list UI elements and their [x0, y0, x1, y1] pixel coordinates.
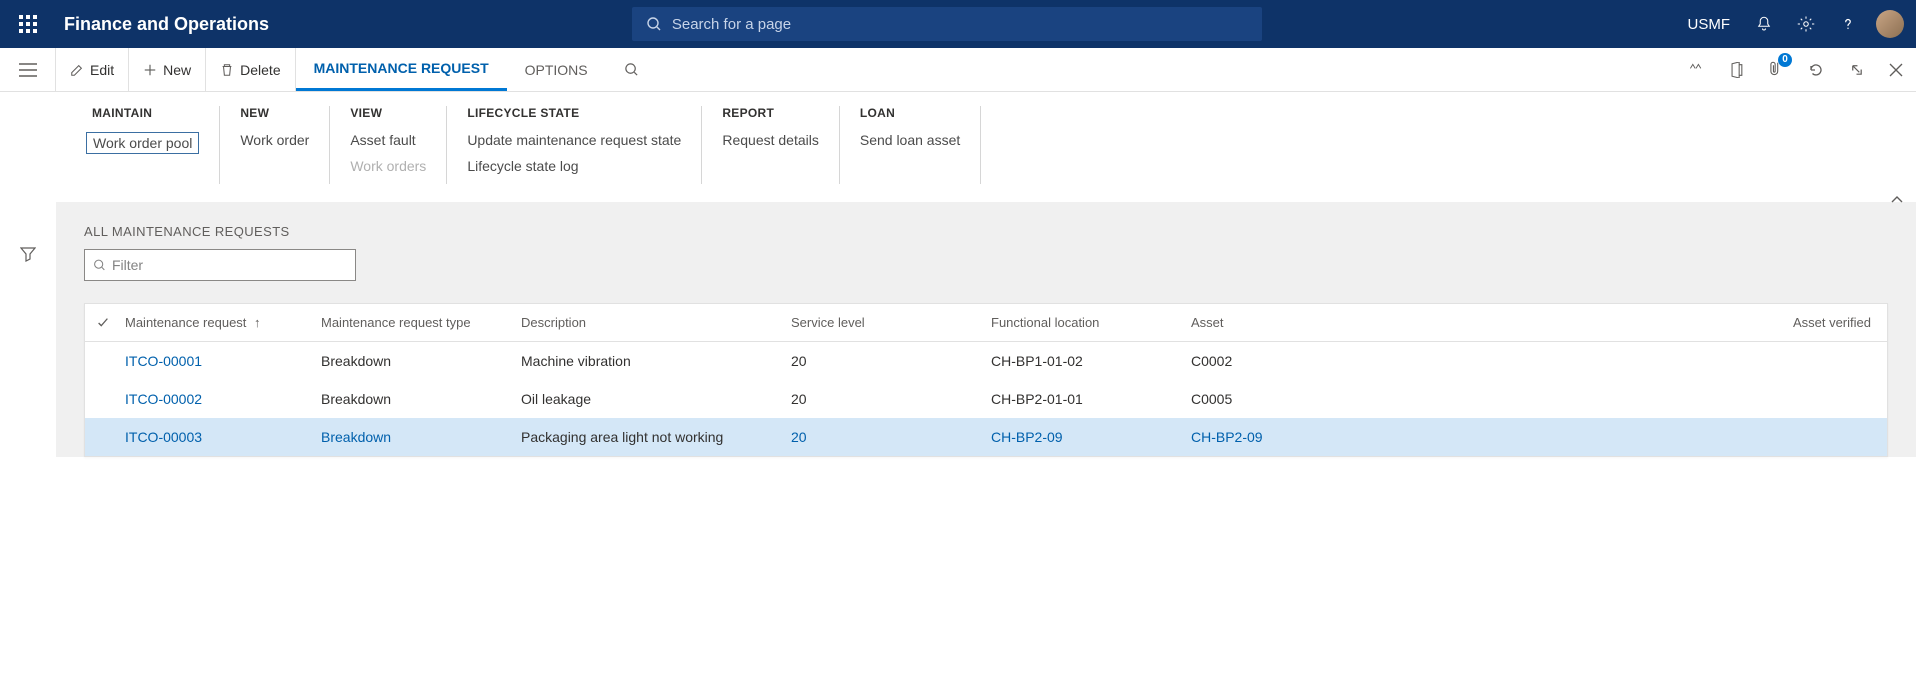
delete-button[interactable]: Delete — [206, 48, 295, 91]
col-header-label: Maintenance request — [125, 315, 246, 330]
cell-functional-location: CH-BP2-01-01 — [991, 391, 1191, 407]
ribbon-group-title: REPORT — [722, 106, 819, 120]
trash-icon — [220, 63, 234, 77]
header-right: USMF — [1687, 0, 1908, 48]
personalize-icon[interactable] — [1676, 48, 1716, 92]
ribbon-item[interactable]: Request details — [722, 132, 819, 148]
plus-icon — [143, 63, 157, 77]
new-button[interactable]: New — [129, 48, 206, 91]
cell-asset: C0005 — [1191, 391, 1399, 407]
cell-service-level: 20 — [791, 353, 991, 369]
ribbon-item[interactable]: Asset fault — [350, 132, 426, 148]
top-header: Finance and Operations USMF — [0, 0, 1916, 48]
settings-icon[interactable] — [1786, 0, 1826, 48]
cell-functional-location[interactable]: CH-BP2-09 — [991, 429, 1191, 445]
col-header-asset[interactable]: Asset — [1191, 315, 1399, 330]
ribbon: MAINTAIN Work order pool NEW Work order VIEW… — [56, 92, 1916, 202]
sort-asc-icon: ↑ — [254, 315, 261, 330]
global-search-input[interactable] — [672, 16, 1248, 33]
edit-label: Edit — [90, 62, 114, 78]
new-label: New — [163, 62, 191, 78]
cell-maintenance-request[interactable]: ITCO-00003 — [121, 429, 321, 445]
quick-filter-input[interactable] — [112, 257, 347, 273]
ribbon-group-title: MAINTAIN — [92, 106, 199, 120]
ribbon-item[interactable]: Work order — [240, 132, 309, 148]
col-header-type[interactable]: Maintenance request type — [321, 315, 521, 330]
ribbon-group: LOAN Send loan asset — [840, 106, 981, 184]
ribbon-area: MAINTAIN Work order pool NEW Work order VIEW… — [0, 92, 1916, 202]
left-rail — [0, 202, 56, 457]
ribbon-group: LIFECYCLE STATE Update maintenance reques… — [447, 106, 702, 184]
cell-asset[interactable]: CH-BP2-09 — [1191, 429, 1399, 445]
cell-description: Oil leakage — [521, 391, 791, 407]
action-pane-search-icon[interactable] — [606, 48, 657, 91]
cell-maintenance-request[interactable]: ITCO-00001 — [121, 353, 321, 369]
select-all-checkbox[interactable] — [85, 316, 121, 330]
ribbon-group: NEW Work order — [220, 106, 330, 184]
delete-label: Delete — [240, 62, 280, 78]
cell-maintenance-request[interactable]: ITCO-00002 — [121, 391, 321, 407]
col-header-functional-location[interactable]: Functional location — [991, 315, 1191, 330]
collapse-ribbon-icon[interactable] — [1890, 193, 1904, 210]
table-row[interactable]: ITCO-00002BreakdownOil leakage20CH-BP2-0… — [85, 380, 1887, 418]
app-title: Finance and Operations — [64, 14, 269, 35]
cell-type[interactable]: Breakdown — [321, 429, 521, 445]
cell-description: Machine vibration — [521, 353, 791, 369]
col-header-description[interactable]: Description — [521, 315, 791, 330]
table-row[interactable]: ITCO-00003BreakdownPackaging area light … — [85, 418, 1887, 456]
pencil-icon — [70, 63, 84, 77]
filter-pane-icon[interactable] — [20, 246, 36, 265]
cell-asset: C0002 — [1191, 353, 1399, 369]
ribbon-group: MAINTAIN Work order pool — [72, 106, 220, 184]
tab-maintenance-request[interactable]: MAINTENANCE REQUEST — [296, 48, 507, 91]
cell-functional-location: CH-BP1-01-02 — [991, 353, 1191, 369]
cell-type: Breakdown — [321, 353, 521, 369]
office-icon[interactable] — [1716, 48, 1756, 92]
nav-toggle-icon[interactable] — [0, 48, 56, 91]
tab-options[interactable]: OPTIONS — [507, 48, 606, 91]
popout-icon[interactable] — [1836, 48, 1876, 92]
grid: Maintenance request ↑ Maintenance reques… — [84, 303, 1888, 457]
refresh-icon[interactable] — [1796, 48, 1836, 92]
ribbon-item[interactable]: Update maintenance request state — [467, 132, 681, 148]
body-area: ALL MAINTENANCE REQUESTS Maintenance req… — [0, 202, 1916, 457]
attachments-icon[interactable]: 0 — [1756, 48, 1796, 92]
ribbon-item: Work orders — [350, 158, 426, 174]
ribbon-group-title: NEW — [240, 106, 309, 120]
attachments-badge: 0 — [1778, 53, 1792, 67]
cell-service-level[interactable]: 20 — [791, 429, 991, 445]
cell-service-level: 20 — [791, 391, 991, 407]
ribbon-group: REPORT Request details — [702, 106, 840, 184]
ribbon-group: VIEW Asset fault Work orders — [330, 106, 447, 184]
action-pane-right: 0 — [1676, 48, 1916, 91]
ribbon-item[interactable]: Work order pool — [86, 132, 199, 154]
help-icon[interactable] — [1828, 0, 1868, 48]
global-search[interactable] — [632, 7, 1262, 41]
search-icon — [93, 258, 106, 272]
cell-type: Breakdown — [321, 391, 521, 407]
ribbon-item[interactable]: Lifecycle state log — [467, 158, 681, 174]
search-icon — [646, 16, 662, 32]
table-row[interactable]: ITCO-00001BreakdownMachine vibration20CH… — [85, 342, 1887, 380]
ribbon-group-title: LOAN — [860, 106, 960, 120]
col-header-maintenance-request[interactable]: Maintenance request ↑ — [121, 315, 321, 330]
ribbon-item[interactable]: Send loan asset — [860, 132, 960, 148]
action-pane: Edit New Delete MAINTENANCE REQUEST OPTI… — [0, 48, 1916, 92]
edit-button[interactable]: Edit — [56, 48, 129, 91]
notifications-icon[interactable] — [1744, 0, 1784, 48]
user-avatar[interactable] — [1876, 10, 1904, 38]
ribbon-group-title: LIFECYCLE STATE — [467, 106, 681, 120]
list-title: ALL MAINTENANCE REQUESTS — [84, 224, 1888, 239]
company-selector[interactable]: USMF — [1687, 16, 1730, 33]
col-header-service-level[interactable]: Service level — [791, 315, 991, 330]
main-content: ALL MAINTENANCE REQUESTS Maintenance req… — [56, 202, 1916, 457]
col-header-asset-verified[interactable]: Asset verified — [1399, 315, 1887, 330]
grid-header-row: Maintenance request ↑ Maintenance reques… — [85, 304, 1887, 342]
cell-description: Packaging area light not working — [521, 429, 791, 445]
close-icon[interactable] — [1876, 48, 1916, 92]
quick-filter[interactable] — [84, 249, 356, 281]
ribbon-group-title: VIEW — [350, 106, 426, 120]
app-launcher-icon[interactable] — [8, 0, 48, 48]
